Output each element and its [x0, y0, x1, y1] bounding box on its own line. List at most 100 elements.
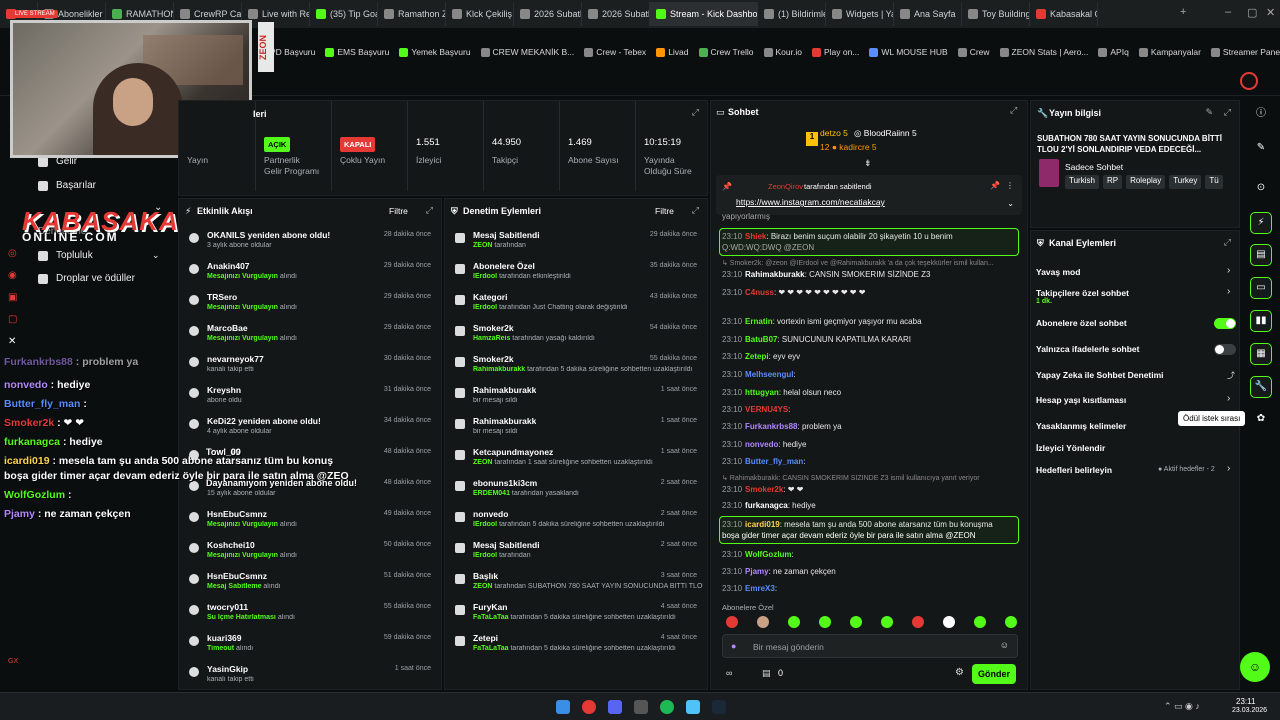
bookmark-item[interactable]: Play on...: [811, 44, 859, 60]
infinity-icon[interactable]: ∞: [726, 668, 732, 678]
browser-tab[interactable]: (1) Bildirimler: [758, 2, 826, 26]
bookmark-item[interactable]: CREW MEKANİK B...: [480, 44, 574, 60]
chat-username[interactable]: Furkankrbs88: [745, 422, 797, 431]
minimize-button[interactable]: –: [1225, 6, 1231, 18]
spotify-icon[interactable]: [660, 700, 674, 714]
channel-action-item[interactable]: Hedefleri belirleyin: [1036, 465, 1112, 475]
tag-chip[interactable]: Turkish: [1065, 175, 1099, 189]
channel-action-item[interactable]: Abonelere özel sohbet: [1036, 318, 1127, 328]
bookmark-item[interactable]: EMS Başvuru: [325, 44, 389, 60]
reward-queue-icon[interactable]: ✿: [1250, 409, 1272, 431]
bolt-button[interactable]: ⚡: [1250, 212, 1272, 234]
emote-icon[interactable]: [850, 616, 862, 628]
channel-action-item[interactable]: İzleyici Yönlendir: [1036, 443, 1105, 453]
chat-username[interactable]: Pjamy: [745, 567, 769, 576]
layout-button[interactable]: ▦: [1250, 343, 1272, 365]
unpin-icon[interactable]: 📌: [990, 181, 1000, 190]
opera-icon[interactable]: [582, 700, 596, 714]
browser-tab[interactable]: Ana Sayfa: [894, 2, 962, 26]
note-button[interactable]: ▤: [1250, 244, 1272, 266]
emote-icon[interactable]: [788, 616, 800, 628]
app-icon[interactable]: [634, 700, 648, 714]
emoji-icon[interactable]: ☺: [1000, 640, 1009, 650]
chat-username[interactable]: C4nuss: [745, 288, 774, 297]
emote-icon[interactable]: [881, 616, 893, 628]
browser-tab[interactable]: (35) Tip Goal: [310, 2, 378, 26]
channel-action-item[interactable]: Yavaş mod: [1036, 267, 1080, 277]
tag-chip[interactable]: Roleplay: [1126, 175, 1166, 189]
bookmark-item[interactable]: Crew Trello: [698, 44, 754, 60]
maximize-button[interactable]: ▢: [1247, 6, 1257, 19]
wrench-button[interactable]: 🔧: [1250, 376, 1272, 398]
expand-icon[interactable]: ⤢: [692, 205, 699, 216]
chat-username[interactable]: VERNU4YS: [745, 405, 788, 414]
new-tab-button[interactable]: +: [1180, 6, 1186, 18]
nav-droplar[interactable]: Droplar ve ödüller: [38, 273, 135, 284]
discord-icon[interactable]: [608, 700, 622, 714]
tag-chip[interactable]: Turkey: [1169, 175, 1202, 189]
browser-tab[interactable]: Stream - Kick Dashboard: [650, 2, 758, 26]
bookmark-item[interactable]: WL MOUSE HUB: [869, 44, 948, 60]
bookmark-item[interactable]: Kampanyalar: [1138, 44, 1201, 60]
channel-action-item[interactable]: Hesap yaşı kısıtlaması: [1036, 395, 1126, 405]
windows-start-icon[interactable]: [556, 700, 570, 714]
send-button[interactable]: Gönder: [972, 664, 1016, 684]
bookmark-item[interactable]: Streamer Panel: [1210, 44, 1280, 60]
chat-username[interactable]: furkanagca: [745, 501, 788, 510]
expand-icon[interactable]: ⤢: [1224, 107, 1231, 118]
browser-tab[interactable]: Toy Building S: [962, 2, 1030, 26]
nav-basarilar[interactable]: Başarılar: [38, 180, 96, 191]
mic-icon[interactable]: ●: [731, 641, 736, 651]
activity-filter-button[interactable]: Filtre: [389, 206, 408, 216]
channel-action-item[interactable]: Takipçilere özel sohbet 1 dk.: [1036, 288, 1129, 305]
collapse-icon[interactable]: ⇟: [864, 158, 872, 169]
more-icon[interactable]: ⋮: [1006, 181, 1014, 190]
chat-username[interactable]: BatuB07: [745, 335, 777, 344]
bookmark-item[interactable]: APIq: [1098, 44, 1129, 60]
emote-icon[interactable]: [726, 616, 738, 628]
close-window-button[interactable]: ✕: [1266, 6, 1275, 19]
expand-icon[interactable]: ⤢: [426, 205, 433, 216]
edit-icon[interactable]: ✎: [1205, 107, 1213, 118]
browser-tab[interactable]: Klck Çekiliş S: [446, 2, 514, 26]
steam-icon[interactable]: [712, 700, 726, 714]
bookmark-item[interactable]: Crew: [957, 44, 990, 60]
chat-username[interactable]: WolfGozlum: [745, 550, 792, 559]
emote-icon[interactable]: [912, 616, 924, 628]
chat-input[interactable]: ● Bir mesaj gönderin ☺: [722, 634, 1018, 658]
chat-username[interactable]: httugyan: [745, 388, 779, 397]
chat-username[interactable]: Zetepi: [745, 352, 769, 361]
app-icon[interactable]: [686, 700, 700, 714]
edit-icon[interactable]: ✎: [1250, 138, 1272, 160]
emote-icon[interactable]: [943, 616, 955, 628]
channel-action-item[interactable]: Yapay Zeka ile Sohbet Denetimi: [1036, 370, 1164, 380]
expand-icon[interactable]: ⤢: [1224, 237, 1231, 248]
help-chat-button[interactable]: ☺: [1240, 652, 1270, 682]
channel-action-item[interactable]: Yalnızca ifadelerle sohbet: [1036, 344, 1139, 354]
tag-chip[interactable]: RP: [1102, 175, 1123, 189]
toggle-switch[interactable]: [1214, 344, 1236, 355]
emote-icon[interactable]: [757, 616, 769, 628]
moderation-filter-button[interactable]: Filtre: [655, 206, 674, 216]
pinned-link[interactable]: https://www.instagram.com/necatiakcay: [736, 197, 885, 207]
gift-icon[interactable]: ▤: [762, 668, 771, 679]
chat-username[interactable]: Rahimakburakk: [745, 270, 805, 279]
browser-tab[interactable]: 2026 Subathon: [514, 2, 582, 26]
chat-username[interactable]: Ernatin: [745, 317, 773, 326]
toggle-switch[interactable]: [1214, 318, 1236, 329]
bookmark-item[interactable]: Kour.io: [763, 44, 802, 60]
emote-icon[interactable]: [1005, 616, 1017, 628]
chat-username[interactable]: nonvedo: [745, 440, 778, 449]
expand-icon[interactable]: ⤢: [1010, 105, 1017, 116]
chevron-down-icon[interactable]: ⌄: [1007, 199, 1014, 208]
browser-tab[interactable]: 2026 Subathon: [582, 2, 650, 26]
browser-tab[interactable]: Kabasakal On: [1030, 2, 1098, 26]
chat-username[interactable]: icardi019: [745, 520, 780, 529]
chat-username[interactable]: Shiek: [745, 232, 766, 241]
chat-username[interactable]: Butter_fly_man: [745, 457, 803, 466]
info-icon[interactable]: ⓘ: [1250, 104, 1272, 126]
bookmark-item[interactable]: ZEON Stats | Aero...: [999, 44, 1088, 60]
chat-username[interactable]: EmreX3: [745, 584, 775, 593]
emote-icon[interactable]: [974, 616, 986, 628]
browser-tab[interactable]: Live with Resti: [242, 2, 310, 26]
